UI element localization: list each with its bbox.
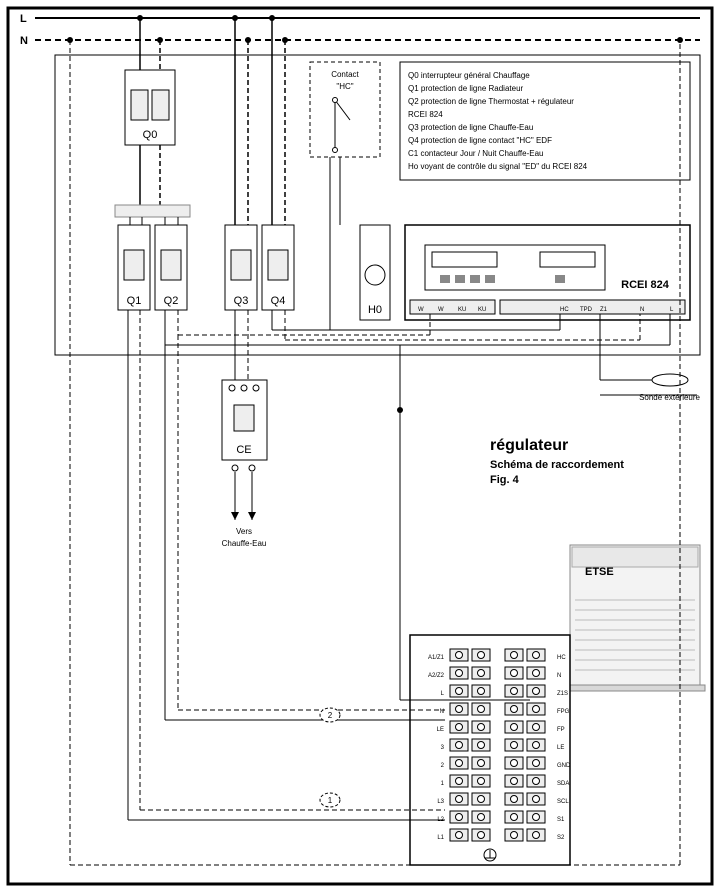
svg-text:"HC": "HC" <box>336 82 353 91</box>
indicator-H0: H0 <box>360 225 390 320</box>
svg-text:RCEI 824: RCEI 824 <box>621 279 670 291</box>
svg-text:N: N <box>640 307 644 313</box>
title-block: régulateur Schéma de raccordement Fig. 4 <box>490 437 624 486</box>
breaker-Q0: Q0 <box>125 70 175 145</box>
svg-text:S1: S1 <box>557 817 565 823</box>
svg-text:Z1S: Z1S <box>557 691 568 697</box>
svg-text:Q3: Q3 <box>234 295 249 307</box>
svg-text:A2/Z2: A2/Z2 <box>428 673 445 679</box>
breaker-Q4: Q4 <box>262 225 294 310</box>
svg-text:Sonde extérieure: Sonde extérieure <box>639 393 700 402</box>
controller-rcei824: RCEI 824 W W KU KU HC TPD Z1 N L <box>405 225 690 320</box>
svg-text:Q0: Q0 <box>143 129 158 141</box>
svg-text:Z1: Z1 <box>600 307 608 313</box>
svg-text:Q4 protection de ligne contac: Q4 protection de ligne contact "HC" EDF <box>408 136 552 145</box>
svg-text:GND: GND <box>557 763 571 769</box>
svg-text:Contact: Contact <box>331 70 359 79</box>
svg-text:Q1 protection de ligne Radiat: Q1 protection de ligne Radiateur <box>408 84 524 93</box>
svg-text:KU: KU <box>478 307 486 313</box>
contactor-CE: CE <box>222 380 267 471</box>
svg-text:SCL: SCL <box>557 799 569 805</box>
svg-text:Q4: Q4 <box>271 295 286 307</box>
svg-text:N: N <box>557 673 561 679</box>
svg-text:LE: LE <box>437 727 444 733</box>
breaker-Q1: Q1 <box>118 225 150 310</box>
rail-N-label: N <box>20 35 28 47</box>
svg-text:KU: KU <box>458 307 466 313</box>
svg-text:HC: HC <box>560 307 569 313</box>
svg-text:L1: L1 <box>437 835 444 841</box>
svg-text:RCEI 824: RCEI 824 <box>408 110 443 119</box>
svg-text:régulateur: régulateur <box>490 437 568 454</box>
sonde-exterieure: Sonde extérieure <box>600 314 701 402</box>
breaker-Q2: Q2 <box>155 225 187 310</box>
svg-text:CE: CE <box>236 444 251 456</box>
svg-text:Q0 interrupteur général Chauf: Q0 interrupteur général Chauffage <box>408 71 530 80</box>
svg-text:C1 contacteur Jour / Nuit Chau: C1 contacteur Jour / Nuit Chauffe-Eau <box>408 149 543 158</box>
svg-text:Q3 protection de ligne Chauff: Q3 protection de ligne Chauffe-Eau <box>408 123 533 132</box>
svg-text:H0: H0 <box>368 304 382 316</box>
svg-text:Q2: Q2 <box>164 295 179 307</box>
svg-text:FP: FP <box>557 727 565 733</box>
svg-text:HC: HC <box>557 655 566 661</box>
wiring-diagram: L N Q0 Q1 Q2 Q3 Q4 <box>0 0 720 892</box>
svg-text:ETSE: ETSE <box>585 566 614 578</box>
svg-text:S2: S2 <box>557 835 565 841</box>
svg-text:LE: LE <box>557 745 564 751</box>
svg-text:2: 2 <box>328 711 333 720</box>
svg-text:Q2 protection de ligne Thermo: Q2 protection de ligne Thermostat + régu… <box>408 97 574 106</box>
svg-text:1: 1 <box>328 796 333 805</box>
svg-text:A1/Z1: A1/Z1 <box>428 655 445 661</box>
svg-text:W: W <box>438 307 444 313</box>
contact-hc: Contact "HC" <box>310 62 380 157</box>
svg-text:W: W <box>418 307 424 313</box>
svg-text:L3: L3 <box>437 799 444 805</box>
svg-text:TPD: TPD <box>580 307 593 313</box>
legend-box: Q0 interrupteur général Chauffage Q1 pro… <box>400 62 690 180</box>
svg-text:FPG: FPG <box>557 709 570 715</box>
chauffe-eau-l2: Chauffe-Eau <box>222 539 267 548</box>
heater-etse: ETSE <box>565 545 705 691</box>
svg-text:SDA: SDA <box>557 781 569 787</box>
breaker-Q3: Q3 <box>225 225 257 310</box>
svg-text:Fig. 4: Fig. 4 <box>490 474 520 486</box>
svg-text:Ho voyant de contrôle du signa: Ho voyant de contrôle du signal "ED" du … <box>408 162 588 171</box>
rail-L-label: L <box>20 13 27 25</box>
terminal-block: A1/Z1A2/Z2LNLE321L3L2L1 HCNZ1SFPGFPLEGND… <box>410 635 571 865</box>
svg-text:Schéma de raccordement: Schéma de raccordement <box>490 459 624 471</box>
svg-text:Q1: Q1 <box>127 295 142 307</box>
chauffe-eau-l1: Vers <box>236 527 252 536</box>
